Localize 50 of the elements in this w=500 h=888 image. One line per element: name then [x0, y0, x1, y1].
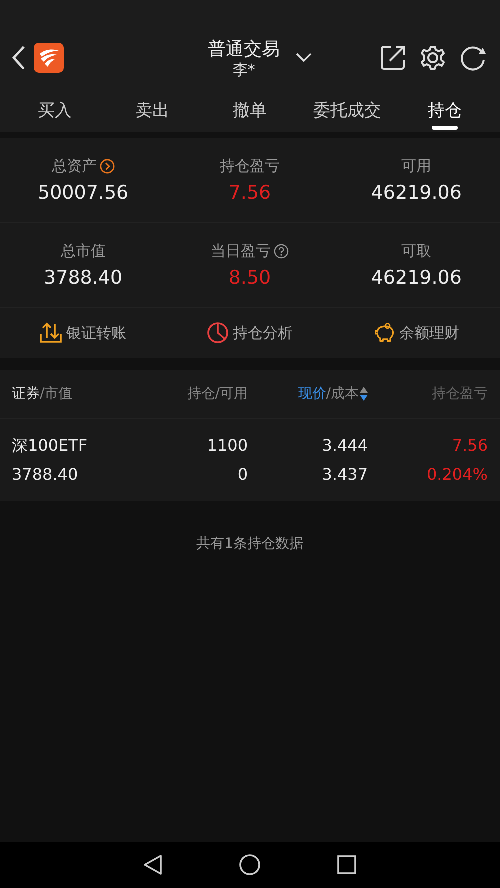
stat-value: 8.50: [228, 266, 272, 288]
page-title: 普通交易: [208, 38, 280, 60]
pie-chart-icon: [207, 322, 229, 344]
table-cell-text: 7.56: [451, 435, 488, 457]
stat-label: 可用: [402, 156, 432, 176]
stat-value: 7.56: [228, 182, 272, 204]
help-icon[interactable]: [274, 244, 289, 258]
sort-icon: [360, 387, 368, 401]
account-name: 李*: [232, 60, 256, 80]
action-button[interactable]: 余额理财: [333, 322, 500, 344]
tab[interactable]: 委托成交: [298, 88, 396, 132]
share-icon[interactable]: [380, 45, 406, 71]
summary-note: 共有1条持仓数据: [196, 535, 304, 553]
stat-value: 50007.56: [38, 182, 129, 204]
stat-value: 46219.06: [371, 182, 462, 204]
back-nav-icon[interactable]: [143, 854, 163, 876]
stat-value: 46219.06: [371, 266, 462, 288]
settings-icon[interactable]: [420, 45, 446, 71]
tab[interactable]: 撤单: [201, 88, 299, 132]
recents-icon[interactable]: [337, 855, 357, 875]
tab[interactable]: 持仓: [396, 88, 494, 132]
stat-label: 可取: [402, 242, 432, 260]
chevron-down-icon[interactable]: [296, 53, 312, 63]
table-cell-text: 0: [236, 464, 248, 486]
column-header: 持仓盈亏: [431, 385, 488, 403]
stat-label: 总资产: [52, 156, 97, 176]
tab[interactable]: 卖出: [104, 88, 202, 132]
table-cell-text: 1100: [206, 435, 248, 457]
stat-label: 持仓盈亏: [220, 156, 280, 176]
column-header: 证券/市值: [12, 385, 74, 403]
action-button[interactable]: 银证转账: [0, 322, 167, 344]
action-button[interactable]: 持仓分析: [166, 322, 334, 344]
logo-icon[interactable]: [34, 43, 64, 73]
stat-label: 当日盈亏: [210, 242, 271, 260]
chevron-right-icon[interactable]: [100, 158, 115, 174]
stat-label: 总市值: [60, 242, 106, 260]
table-cell-text: 3.444: [321, 435, 368, 457]
column-header[interactable]: 现价/成本: [248, 385, 368, 403]
refresh-icon[interactable]: [460, 45, 488, 71]
tab[interactable]: 买入: [6, 88, 104, 132]
table-cell-text: 3788.40: [12, 464, 80, 486]
column-header: 持仓/可用: [186, 385, 248, 403]
transfer-arrows-icon: [40, 322, 62, 344]
stat-value: 3788.40: [44, 266, 123, 288]
piggy-bank-icon: [374, 322, 396, 344]
table-cell-text: 3.437: [321, 464, 368, 486]
back-icon[interactable]: [12, 45, 26, 71]
table-cell-text: 0.204%: [426, 464, 488, 486]
home-icon[interactable]: [239, 854, 261, 876]
table-cell-text: 深100ETF: [12, 435, 89, 457]
